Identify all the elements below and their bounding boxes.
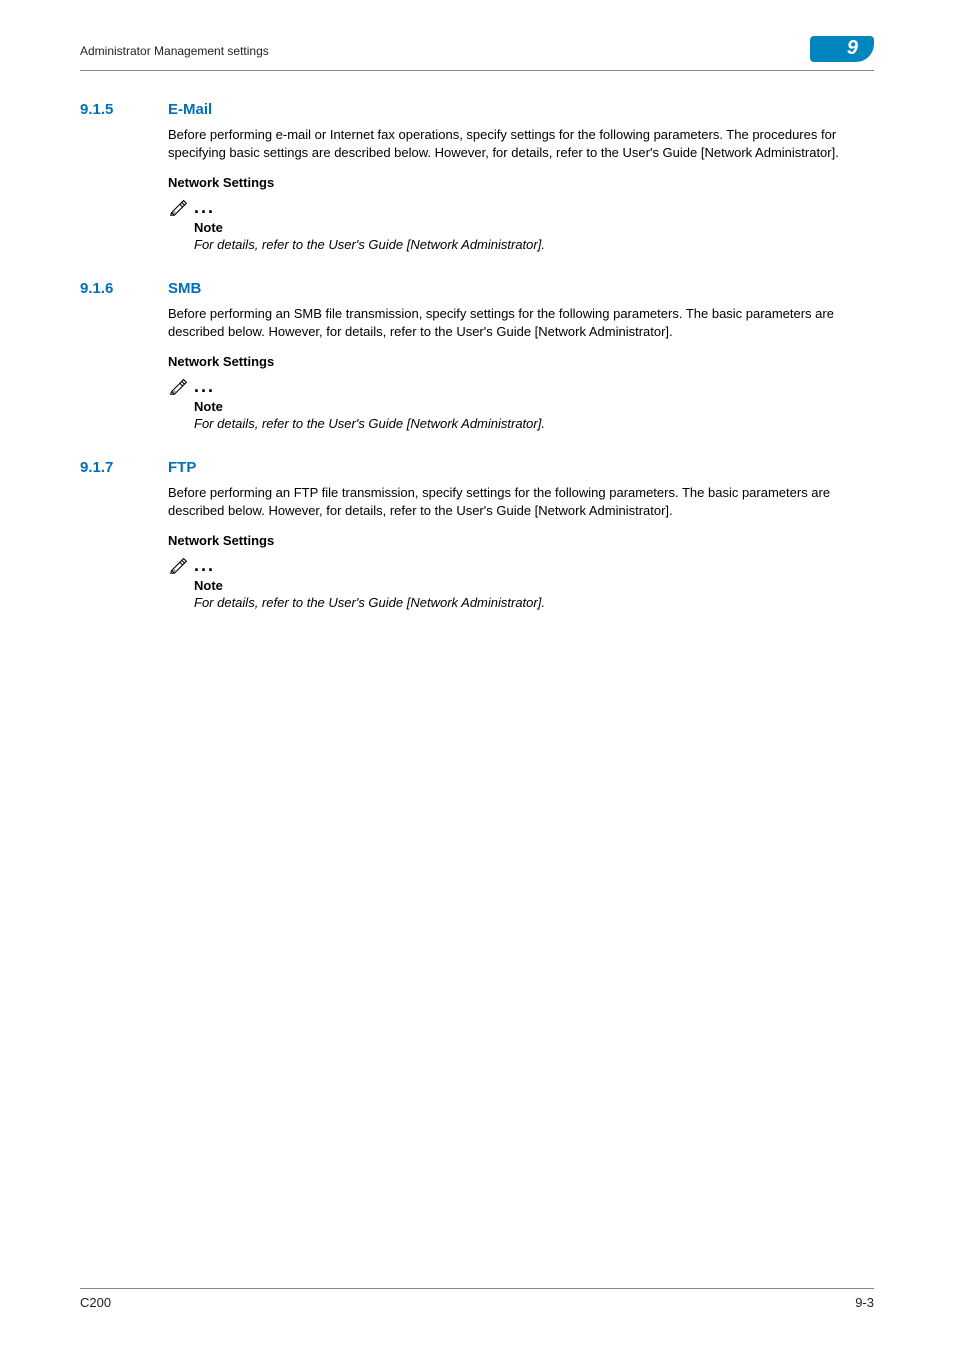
pencil-icon — [168, 196, 190, 218]
section-body-wrap: Before performing e-mail or Internet fax… — [168, 126, 874, 252]
note-icon-row: ... — [168, 196, 874, 218]
note-dots: ... — [194, 556, 215, 574]
section-body-wrap: Before performing an FTP file transmissi… — [168, 484, 874, 610]
section-ftp: 9.1.7 FTP Before performing an FTP file … — [80, 459, 874, 610]
note-icon-row: ... — [168, 554, 874, 576]
section-title: FTP — [168, 459, 196, 476]
document-page: Administrator Management settings 9 9.1.… — [0, 0, 954, 1350]
footer-page-number: 9-3 — [855, 1295, 874, 1310]
section-heading: 9.1.6 SMB — [80, 280, 874, 297]
note-text: For details, refer to the User's Guide [… — [194, 416, 874, 431]
section-body-text: Before performing e-mail or Internet fax… — [168, 126, 874, 161]
note-text: For details, refer to the User's Guide [… — [194, 237, 874, 252]
section-heading: 9.1.5 E-Mail — [80, 101, 874, 118]
footer-model: C200 — [80, 1295, 111, 1310]
section-body-text: Before performing an FTP file transmissi… — [168, 484, 874, 519]
note-text: For details, refer to the User's Guide [… — [194, 595, 874, 610]
note-dots: ... — [194, 198, 215, 216]
section-subheading: Network Settings — [168, 354, 874, 369]
section-body-text: Before performing an SMB file transmissi… — [168, 305, 874, 340]
note-block: ... Note For details, refer to the User'… — [168, 196, 874, 252]
section-subheading: Network Settings — [168, 175, 874, 190]
page-header: Administrator Management settings 9 — [80, 40, 874, 71]
note-icon-row: ... — [168, 375, 874, 397]
pencil-icon — [168, 375, 190, 397]
section-number: 9.1.5 — [80, 101, 128, 118]
note-label: Note — [194, 399, 874, 414]
note-block: ... Note For details, refer to the User'… — [168, 375, 874, 431]
section-body-wrap: Before performing an SMB file transmissi… — [168, 305, 874, 431]
note-label: Note — [194, 220, 874, 235]
note-dots: ... — [194, 377, 215, 395]
section-title: E-Mail — [168, 101, 212, 118]
section-number: 9.1.6 — [80, 280, 128, 297]
chapter-number-tab: 9 — [810, 36, 874, 62]
page-footer: C200 9-3 — [80, 1288, 874, 1310]
section-email: 9.1.5 E-Mail Before performing e-mail or… — [80, 101, 874, 252]
pencil-icon — [168, 554, 190, 576]
section-subheading: Network Settings — [168, 533, 874, 548]
section-number: 9.1.7 — [80, 459, 128, 476]
note-label: Note — [194, 578, 874, 593]
page-content: 9.1.5 E-Mail Before performing e-mail or… — [80, 71, 874, 610]
section-smb: 9.1.6 SMB Before performing an SMB file … — [80, 280, 874, 431]
section-heading: 9.1.7 FTP — [80, 459, 874, 476]
section-title: SMB — [168, 280, 201, 297]
header-title: Administrator Management settings — [80, 40, 269, 58]
note-block: ... Note For details, refer to the User'… — [168, 554, 874, 610]
